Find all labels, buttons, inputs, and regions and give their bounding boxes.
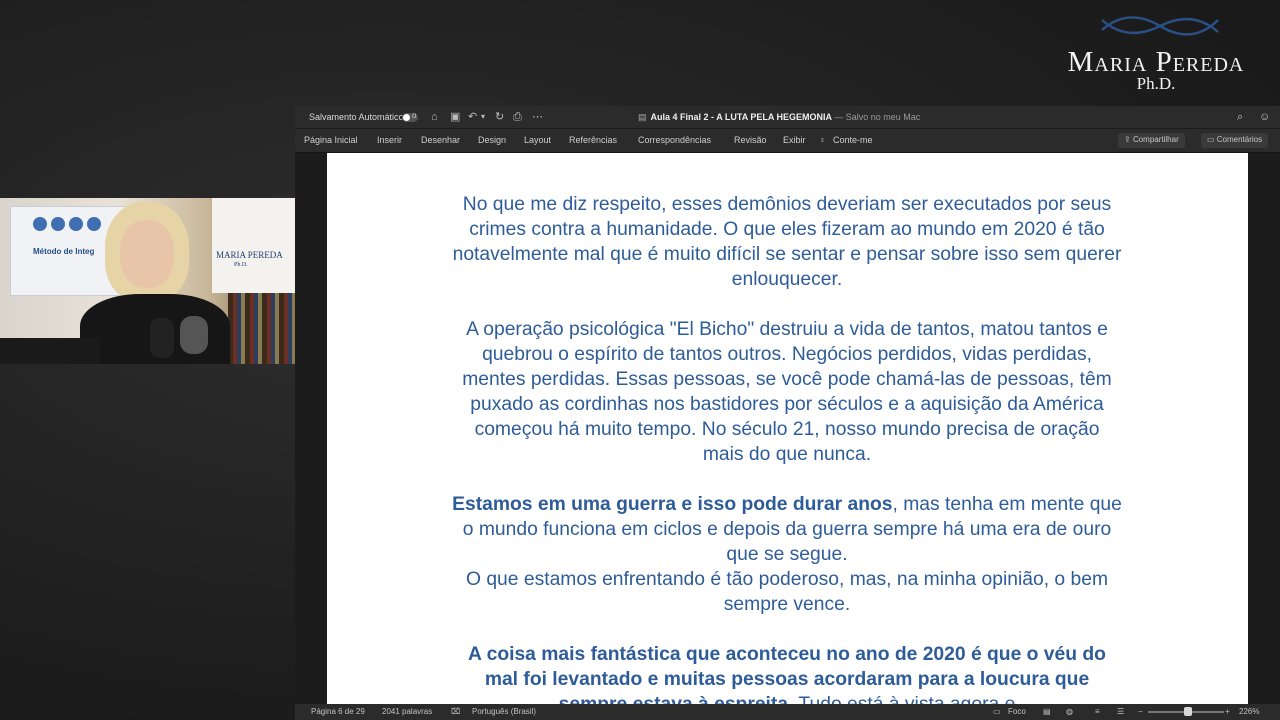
presenter-face	[120, 220, 174, 288]
focus-label[interactable]: Foco	[1008, 707, 1026, 716]
document-icon: ▤	[638, 112, 647, 122]
account-icon[interactable]: ☺	[1259, 111, 1270, 123]
ribbon-tabs: Página Inicial Inserir Desenhar Design L…	[295, 129, 1280, 153]
undo-icon[interactable]: ↶	[468, 111, 477, 123]
zoom-level[interactable]: 226%	[1239, 707, 1259, 716]
web-layout-icon[interactable]: ◍	[1066, 707, 1073, 716]
webcam-video: Método de Integ MARIA PEREDA Ph.D.	[0, 198, 295, 364]
tab-references[interactable]: Referências	[569, 135, 617, 145]
lightbulb-icon: ♀	[819, 135, 826, 145]
document-body: No que me diz respeito, esses demônios d…	[452, 192, 1122, 704]
tab-draw[interactable]: Desenhar	[421, 135, 460, 145]
comments-label: Comentários	[1216, 135, 1263, 144]
paragraph-1: No que me diz respeito, esses demônios d…	[452, 194, 1122, 290]
comments-button[interactable]: ▭ Comentários	[1201, 133, 1269, 148]
page-count[interactable]: Página 6 de 29	[311, 707, 365, 716]
search-icon[interactable]: ⌕	[1237, 111, 1243, 124]
autosave-state: o	[412, 111, 417, 120]
tab-insert[interactable]: Inserir	[377, 135, 402, 145]
share-label: Compartilhar	[1132, 135, 1179, 144]
webcam-poster: MARIA PEREDA Ph.D.	[212, 198, 295, 293]
zoom-in-icon[interactable]: +	[1225, 707, 1230, 716]
poster-suffix: Ph.D.	[234, 262, 248, 268]
tab-layout[interactable]: Layout	[524, 135, 551, 145]
more-icon[interactable]: ⋯	[532, 111, 543, 123]
tab-home[interactable]: Página Inicial	[304, 135, 358, 145]
paragraph-3: Estamos em uma guerra e isso pode durar …	[452, 492, 1122, 617]
outline-view-icon[interactable]: ≡	[1095, 707, 1100, 716]
word-window: Salvamento Automático o ⌂ ▣ ↶ ▾ ↻ ⎙ ⋯ ▤ A…	[295, 106, 1280, 720]
brand-suffix: Ph.D.	[1136, 74, 1176, 93]
redo-icon[interactable]: ↻	[495, 111, 504, 123]
brand-logo: Maria Pereda Ph.D.	[1040, 8, 1275, 93]
bookshelf	[228, 293, 295, 364]
save-icon[interactable]: ▣	[450, 111, 460, 123]
board-text: Método de Integ	[33, 247, 95, 256]
paragraph-2: A operação psicológica "El Bicho" destru…	[462, 319, 1112, 465]
board-logo-icon	[33, 217, 101, 231]
desk	[0, 338, 100, 364]
document-name: Aula 4 Final 2 - A LUTA PELA HEGEMONIA	[650, 112, 832, 122]
print-layout-icon[interactable]: ▤	[1043, 707, 1051, 716]
document-page[interactable]: No que me diz respeito, esses demônios d…	[327, 153, 1248, 704]
paragraph-4: A coisa mais fantástica que aconteceu no…	[452, 642, 1122, 704]
word-count[interactable]: 2041 palavras	[382, 707, 432, 716]
focus-icon[interactable]: ▭	[993, 707, 1001, 716]
paragraph-3-bold: Estamos em uma guerra e isso pode durar …	[452, 494, 893, 515]
zoom-slider-thumb[interactable]	[1184, 707, 1193, 716]
status-bar: Página 6 de 29 2041 palavras ⌧ Português…	[295, 704, 1280, 720]
zoom-out-icon[interactable]: −	[1138, 707, 1143, 716]
undo-dropdown-icon[interactable]: ▾	[481, 111, 485, 123]
home-icon[interactable]: ⌂	[431, 111, 438, 123]
tab-review[interactable]: Revisão	[734, 135, 767, 145]
share-button[interactable]: ⇪ Compartilhar	[1118, 133, 1185, 148]
wave-logo-icon	[1101, 16, 1219, 36]
tab-mailings[interactable]: Correspondências	[638, 135, 711, 145]
print-icon[interactable]: ⎙	[513, 111, 522, 123]
autosave-label: Salvamento Automático	[309, 112, 404, 122]
document-canvas: No que me diz respeito, esses demônios d…	[295, 153, 1280, 704]
tell-me[interactable]: Conte-me	[833, 135, 873, 145]
proofing-icon[interactable]: ⌧	[451, 707, 460, 716]
poster-name: MARIA PEREDA	[216, 250, 283, 260]
draft-view-icon[interactable]: ☰	[1117, 707, 1124, 716]
microphone-icon	[150, 318, 174, 358]
document-title: ▤ Aula 4 Final 2 - A LUTA PELA HEGEMONIA …	[638, 112, 920, 123]
tab-design[interactable]: Design	[478, 135, 506, 145]
paragraph-4-rest: Tudo está à vista agora e	[793, 694, 1015, 704]
language[interactable]: Português (Brasil)	[472, 707, 536, 716]
microphone-icon	[180, 316, 208, 354]
tab-view[interactable]: Exibir	[783, 135, 806, 145]
saved-status: — Salvo no meu Mac	[834, 112, 921, 122]
title-bar: Salvamento Automático o ⌂ ▣ ↶ ▾ ↻ ⎙ ⋯ ▤ A…	[295, 106, 1280, 129]
paragraph-3-line2: O que estamos enfrentando é tão poderoso…	[465, 569, 1109, 615]
